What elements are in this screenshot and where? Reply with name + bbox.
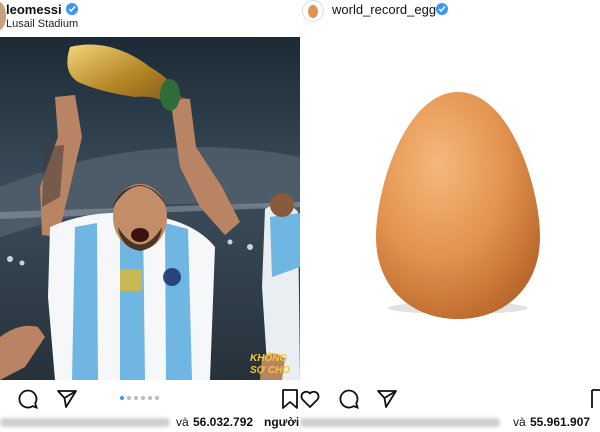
likes-suffix: người [264, 415, 300, 429]
liked-by-blurred [300, 418, 500, 427]
likes-count[interactable]: 55.961.907 [530, 415, 590, 429]
verified-badge-icon [436, 3, 448, 15]
location[interactable]: Lusail Stadium [6, 18, 78, 30]
verified-badge-icon [66, 3, 78, 15]
post-header: world_record_egg [300, 0, 600, 36]
post-image[interactable] [300, 37, 600, 380]
avatar[interactable] [302, 0, 324, 22]
post-actions [0, 382, 300, 414]
likes-count[interactable]: 56.032.792 [193, 415, 253, 429]
username[interactable]: world_record_egg [332, 2, 436, 17]
likes-row: và 55.961.907 [300, 414, 600, 432]
messi-trophy-photo [0, 37, 300, 380]
messi-post: leomessi Lusail Stadium KHÔNG SỢ CHO và … [0, 0, 300, 432]
bookmark-icon[interactable] [590, 388, 600, 415]
bookmark-icon[interactable] [281, 388, 299, 415]
likes-prefix: và [176, 415, 189, 429]
comment-icon[interactable] [17, 388, 39, 415]
comment-icon[interactable] [338, 388, 360, 415]
likes-prefix: và [513, 415, 526, 429]
username[interactable]: leomessi [6, 2, 62, 17]
overlay-text-bottom: SỢ CHO [250, 365, 291, 376]
heart-icon[interactable] [300, 388, 321, 415]
post-image[interactable]: KHÔNG SỢ CHO [0, 37, 300, 380]
overlay-text-top: KHÔNG [250, 353, 288, 364]
likes-row: và 56.032.792 người [0, 414, 300, 432]
liked-by-blurred [0, 418, 170, 427]
egg-photo [376, 92, 540, 319]
share-icon[interactable] [376, 388, 398, 415]
post-header: leomessi Lusail Stadium [0, 0, 300, 36]
egg-post: world_record_egg và 55.961.907 [300, 0, 600, 432]
post-actions [300, 382, 600, 414]
share-icon[interactable] [56, 388, 78, 415]
